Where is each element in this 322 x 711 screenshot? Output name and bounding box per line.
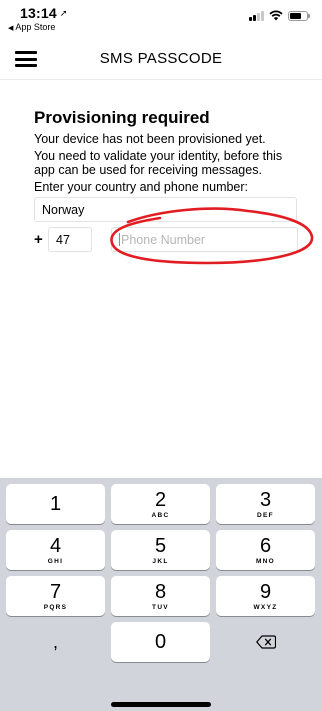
- key-6[interactable]: 6 MNO: [216, 530, 315, 570]
- key-9[interactable]: 9 WXYZ: [216, 576, 315, 616]
- plus-sign: +: [34, 231, 43, 248]
- country-code-field[interactable]: 47: [48, 227, 92, 252]
- key-comma[interactable]: ,: [6, 622, 105, 662]
- key-3[interactable]: 3 DEF: [216, 484, 315, 524]
- status-bar: 13:14 ➚ ◀ App Store: [0, 0, 322, 38]
- back-triangle-icon: ◀: [8, 25, 14, 32]
- enter-country-phone-label: Enter your country and phone number:: [34, 180, 249, 194]
- page-title: SMS PASSCODE: [99, 50, 223, 67]
- provisioning-form: Provisioning required Your device has no…: [34, 108, 314, 265]
- numeric-keypad: 1 2 ABC 3 DEF 4 GHI 5 JKL 6 MNO 7 PQRS 8 TUV 9W…: [0, 478, 322, 711]
- back-app-label: App Store: [15, 22, 56, 32]
- cellular-signal-icon: [249, 11, 264, 21]
- home-indicator[interactable]: [111, 702, 211, 707]
- navigation-bar: SMS PASSCODE: [0, 38, 322, 80]
- country-field[interactable]: Norway: [34, 197, 297, 222]
- key-8[interactable]: 8 TUV: [111, 576, 210, 616]
- provisioning-heading: Provisioning required: [34, 108, 210, 127]
- text-cursor: [119, 233, 120, 246]
- delete-key[interactable]: [216, 622, 315, 662]
- status-indicators: [249, 10, 310, 21]
- validate-identity-text: You need to validate your identity, befo…: [34, 149, 283, 177]
- not-provisioned-text: Your device has not been provisioned yet…: [34, 132, 266, 146]
- phone-number-input[interactable]: Phone Number: [111, 227, 298, 252]
- key-0[interactable]: 0: [111, 622, 210, 662]
- key-2[interactable]: 2 ABC: [111, 484, 210, 524]
- back-to-app-store-link[interactable]: ◀ App Store: [8, 22, 55, 32]
- battery-icon: [288, 11, 310, 21]
- status-time-text: 13:14: [20, 5, 57, 21]
- phone-number-placeholder: Phone Number: [121, 233, 206, 247]
- location-arrow-icon: ➚: [59, 8, 68, 18]
- backspace-icon: [255, 635, 276, 649]
- key-5[interactable]: 5 JKL: [111, 530, 210, 570]
- key-7[interactable]: 7 PQRS: [6, 576, 105, 616]
- key-1[interactable]: 1: [6, 484, 105, 524]
- key-4[interactable]: 4 GHI: [6, 530, 105, 570]
- status-time: 13:14 ➚: [20, 5, 68, 21]
- wifi-icon: [269, 10, 283, 21]
- phone-row: + 47 Phone Number: [34, 207, 314, 265]
